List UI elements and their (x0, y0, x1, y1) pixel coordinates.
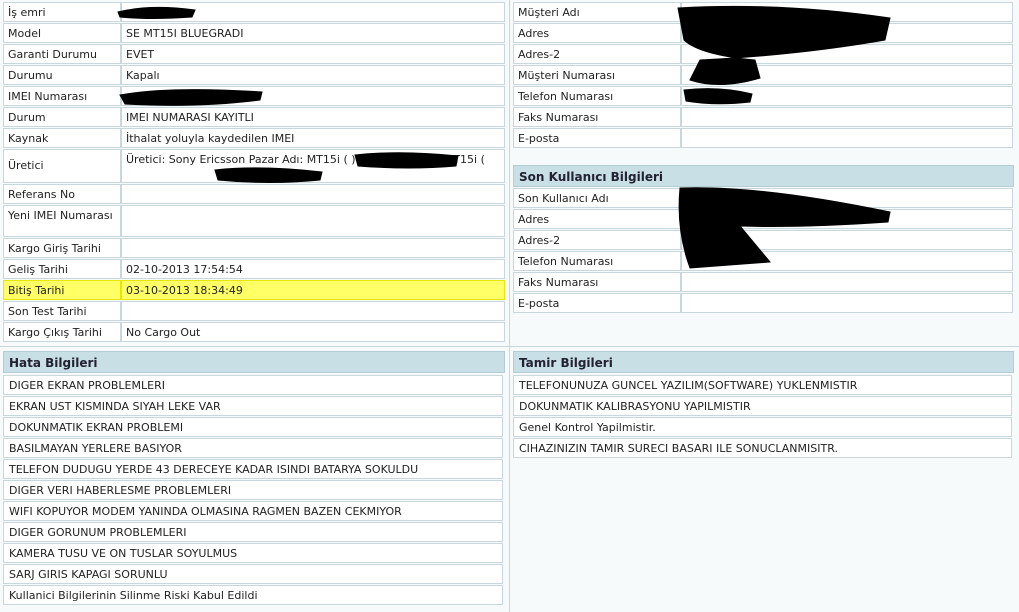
field-label: Faks Numarası (513, 107, 681, 127)
end-user-info-panel: Son Kullanıcı Adı Adres Adres-2 Telefon … (513, 188, 1015, 316)
order-info-panel: İş emri Model SE MT15I BLUEGRADI Garanti… (3, 0, 506, 344)
field-label: Bitiş Tarihi (3, 280, 121, 300)
field-label: Müşteri Numarası (513, 65, 681, 85)
field-value (121, 238, 505, 258)
field-label: Kaynak (3, 128, 121, 148)
field-value: 03-10-2013 18:34:49 (121, 280, 505, 300)
list-item: TELEFON DUDUGU YERDE 43 DERECEYE KADAR I… (3, 459, 503, 479)
field-value (681, 128, 1013, 148)
field-value: 02-10-2013 17:54:54 (121, 259, 505, 279)
list-item: Genel Kontrol Yapilmistir. (513, 417, 1012, 437)
field-label: Model (3, 23, 121, 43)
field-value (121, 301, 505, 321)
field-value (121, 2, 505, 22)
list-item: DIGER VERI HABERLESME PROBLEMLERI (3, 480, 503, 500)
field-value: No Cargo Out (121, 322, 505, 342)
field-label: Adres (513, 209, 681, 229)
field-value (681, 65, 1013, 85)
list-item: EKRAN UST KISMINDA SIYAH LEKE VAR (3, 396, 503, 416)
field-value (681, 188, 1013, 208)
field-label: İş emri (3, 2, 121, 22)
field-label: Kargo Çıkış Tarihi (3, 322, 121, 342)
end-user-section-title: Son Kullanıcı Bilgileri (513, 165, 1014, 187)
list-item: Kullanici Bilgilerinin Silinme Riski Kab… (3, 585, 503, 605)
field-value (121, 184, 505, 204)
field-label: Durum (3, 107, 121, 127)
field-value (681, 23, 1013, 43)
field-value: İthalat yoluyla kaydedilen IMEI (121, 128, 505, 148)
errors-section-title: Hata Bilgileri (3, 351, 505, 373)
field-value: IMEI NUMARASI KAYITLI (121, 107, 505, 127)
field-label: Adres (513, 23, 681, 43)
field-label: Son Kullanıcı Adı (513, 188, 681, 208)
field-value (681, 251, 1013, 271)
field-label: Müşteri Adı (513, 2, 681, 22)
list-item: TELEFONUNUZA GUNCEL YAZILIM(SOFTWARE) YU… (513, 375, 1012, 395)
field-value (681, 2, 1013, 22)
list-item: WIFI KOPUYOR MODEM YANINDA OLMASINA RAGM… (3, 501, 503, 521)
field-value: EVET (121, 44, 505, 64)
field-value (681, 293, 1013, 313)
field-value (681, 230, 1013, 250)
list-item: DIGER EKRAN PROBLEMLERI (3, 375, 503, 395)
field-label: Geliş Tarihi (3, 259, 121, 279)
field-label: Telefon Numarası (513, 86, 681, 106)
field-value (681, 209, 1013, 229)
field-value: Üretici: Sony Ericsson Pazar Adı: MT15i … (121, 149, 505, 183)
customer-info-panel: Müşteri Adı Adres Adres-2 Müşteri Numara… (513, 0, 1015, 150)
field-label: E-posta (513, 128, 681, 148)
field-label: Yeni IMEI Numarası (3, 205, 121, 237)
field-label: Referans No (3, 184, 121, 204)
list-item: BASILMAYAN YERLERE BASIYOR (3, 438, 503, 458)
field-label: Durumu (3, 65, 121, 85)
list-item: DOKUNMATIK KALIBRASYONU YAPILMISTIR (513, 396, 1012, 416)
list-item: DOKUNMATIK EKRAN PROBLEMI (3, 417, 503, 437)
field-value (681, 272, 1013, 292)
field-label: Üretici (3, 149, 121, 183)
field-value: SE MT15I BLUEGRADI (121, 23, 505, 43)
list-item: CIHAZINIZIN TAMIR SURECI BASARI ILE SONU… (513, 438, 1012, 458)
field-value (681, 86, 1013, 106)
field-label: Adres-2 (513, 230, 681, 250)
list-item: SARJ GIRIS KAPAGI SORUNLU (3, 564, 503, 584)
field-label: Adres-2 (513, 44, 681, 64)
field-label: Son Test Tarihi (3, 301, 121, 321)
field-label: Telefon Numarası (513, 251, 681, 271)
list-item: DIGER GORUNUM PROBLEMLERI (3, 522, 503, 542)
field-label: Garanti Durumu (3, 44, 121, 64)
field-value (681, 107, 1013, 127)
field-label: Kargo Giriş Tarihi (3, 238, 121, 258)
field-value (121, 205, 505, 237)
list-item: KAMERA TUSU VE ON TUSLAR SOYULMUS (3, 543, 503, 563)
column-divider (509, 0, 510, 612)
repairs-section-title: Tamir Bilgileri (513, 351, 1014, 373)
field-label: IMEI Numarası (3, 86, 121, 106)
field-value (681, 44, 1013, 64)
section-divider (0, 346, 1019, 347)
field-label: E-posta (513, 293, 681, 313)
field-label: Faks Numarası (513, 272, 681, 292)
field-value (121, 86, 505, 106)
field-value: Kapalı (121, 65, 505, 85)
